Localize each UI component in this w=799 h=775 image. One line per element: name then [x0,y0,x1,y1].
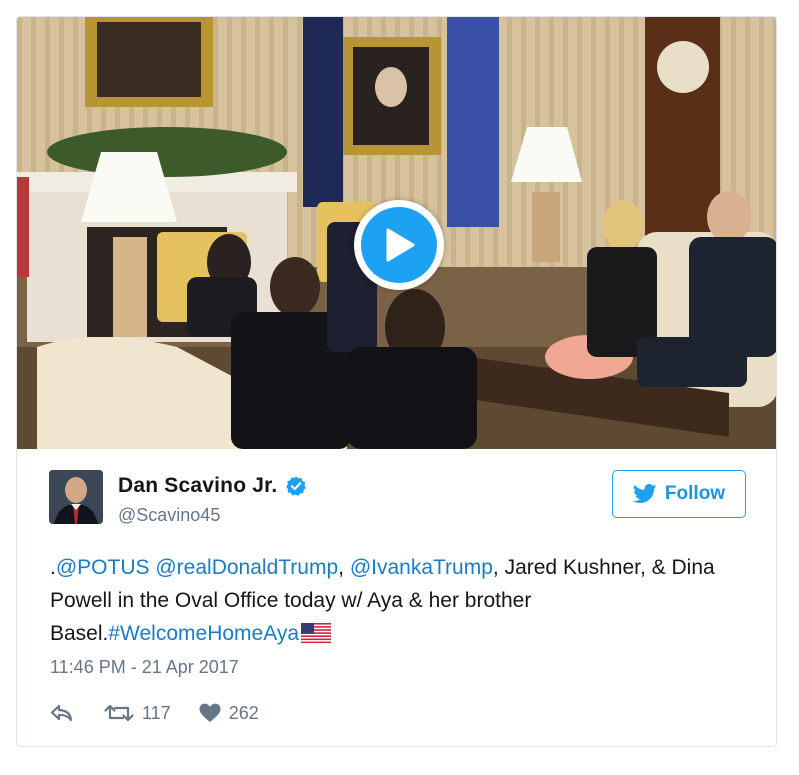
video-thumbnail[interactable] [17,17,776,449]
author-handle[interactable]: @Scavino45 [118,505,220,526]
mention-realdonaldtrump-link[interactable]: @realDonaldTrump [155,556,338,579]
author-name-row[interactable]: Dan Scavino Jr. [118,474,307,498]
play-icon [386,228,415,262]
mention-ivankatrump-link[interactable]: @IvankaTrump [350,556,493,579]
tweet-actions: 117 262 [50,698,259,728]
mention-potus-link[interactable]: @POTUS [56,556,150,579]
reply-button[interactable] [50,703,74,723]
retweet-icon [104,704,134,722]
twitter-bird-icon [632,484,657,503]
tweet-timestamp[interactable]: 11:46 PM - 21 Apr 2017 [50,657,239,678]
retweet-count: 117 [142,702,171,723]
play-button[interactable] [354,200,444,290]
author-display-name[interactable]: Dan Scavino Jr. [118,474,277,498]
play-icon-circle [361,207,437,283]
like-button[interactable]: 262 [199,703,259,724]
follow-button[interactable]: Follow [612,470,746,518]
heart-icon [199,703,221,722]
tweet-segment: , [338,556,350,579]
avatar[interactable] [49,470,103,524]
verified-badge-icon [286,476,307,496]
reply-icon [50,704,73,722]
like-count: 262 [228,702,259,723]
retweet-button[interactable]: 117 [104,703,171,724]
avatar-image [49,470,103,524]
tweet-card: Dan Scavino Jr. @Scavino45 Follow .@POTU… [16,16,777,747]
us-flag-icon [301,623,332,643]
follow-label: Follow [664,483,726,504]
tweet-text: .@POTUS @realDonaldTrump, @IvankaTrump, … [50,551,750,650]
hashtag-welcomehomeaya-link[interactable]: #WelcomeHomeAya [108,622,299,645]
